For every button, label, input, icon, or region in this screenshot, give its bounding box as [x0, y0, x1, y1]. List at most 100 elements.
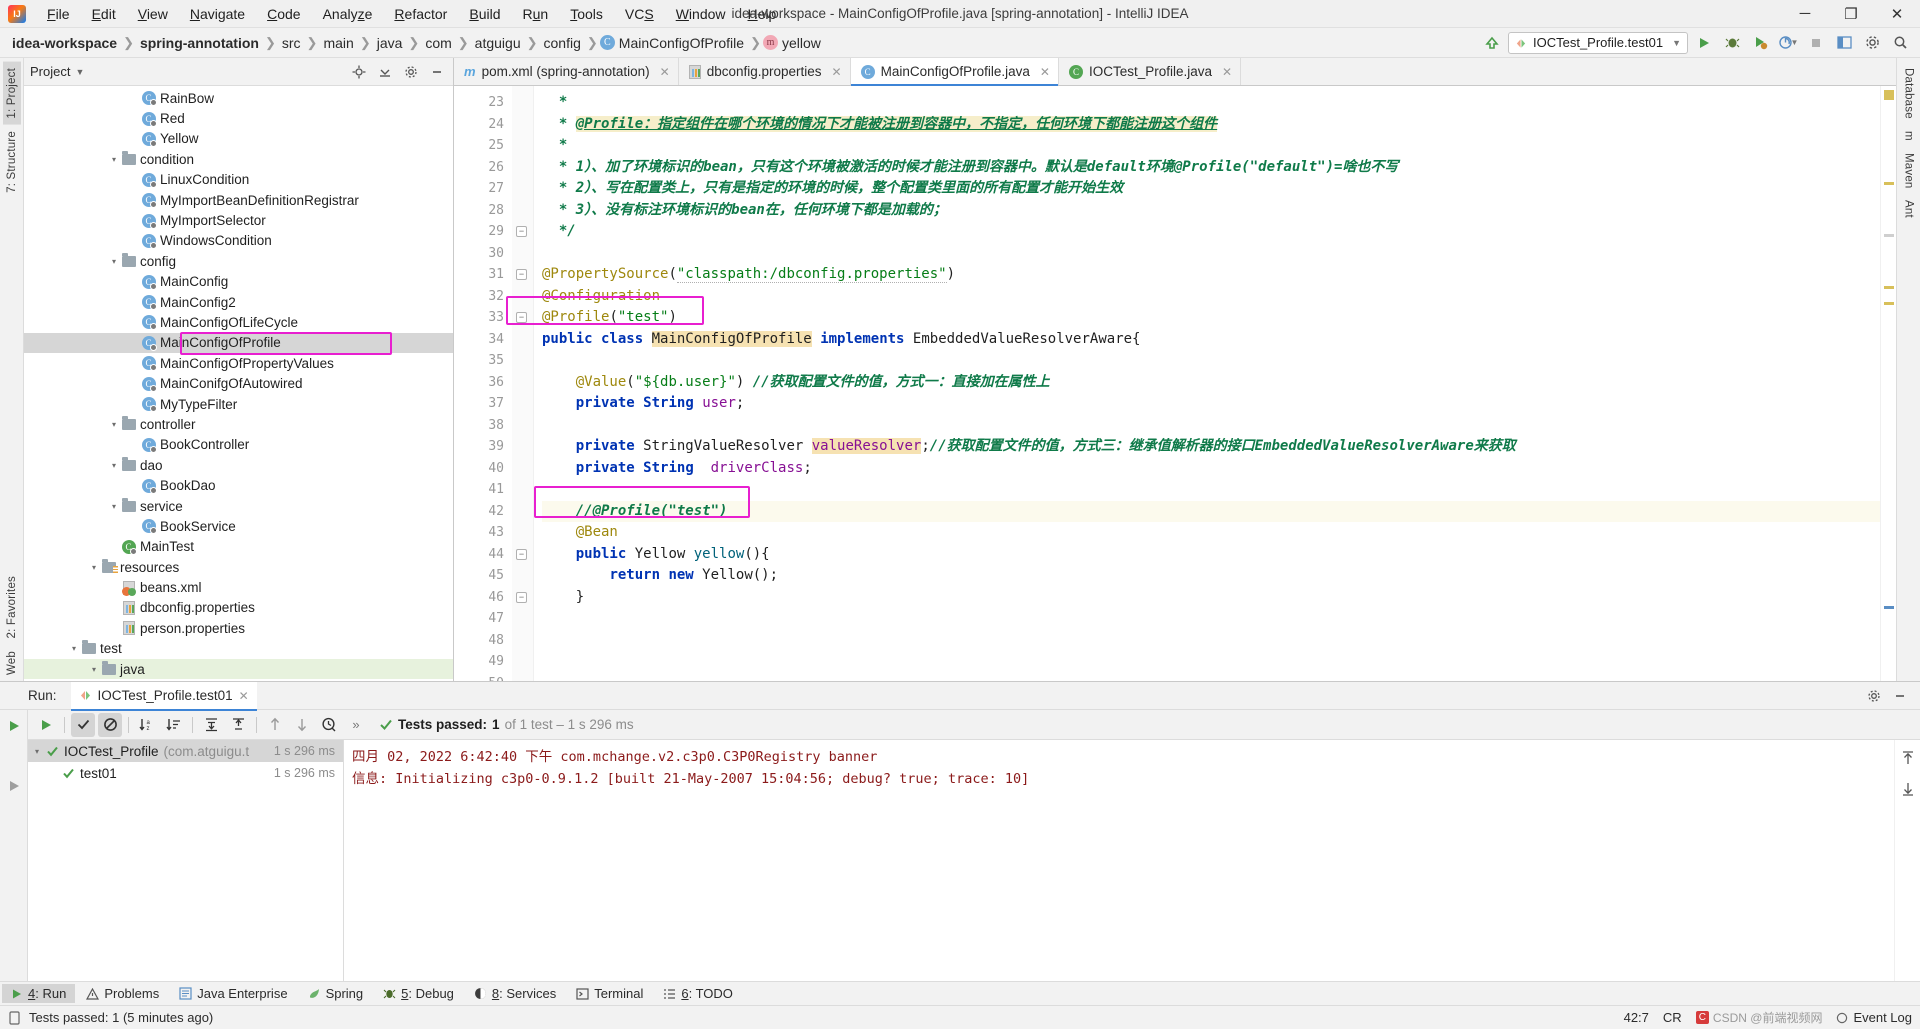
console-output[interactable]: 四月 02, 2022 6:42:40 下午 com.mchange.v2.c3… [344, 740, 1894, 981]
expand-arrow-icon[interactable]: ▾ [88, 665, 100, 674]
breadcrumb-item-1[interactable]: spring-annotation [136, 33, 263, 53]
scroll-to-bottom-button[interactable] [1896, 776, 1920, 800]
code-line[interactable] [542, 630, 1880, 652]
tool-window-spring[interactable]: Spring [299, 984, 373, 1003]
code-line[interactable]: public Yellow yellow(){ [542, 544, 1880, 566]
line-separator[interactable]: CR [1663, 1010, 1682, 1025]
code-line[interactable]: * 2）、写在配置类上，只有是指定的环境的时候，整个配置类里面的所有配置才能开始… [542, 178, 1880, 200]
code-line[interactable]: private String driverClass; [542, 458, 1880, 480]
code-line[interactable] [542, 243, 1880, 265]
tree-item-rainbow[interactable]: C RainBow [24, 88, 453, 108]
code-editor[interactable]: 23 24 25 26 27 28 29 30 31 32 33 34 35 36 37 38 39 40 41 42… [454, 86, 1896, 681]
menu-view[interactable]: View [127, 2, 179, 26]
event-log-group[interactable]: Event Log [1836, 1010, 1912, 1025]
maximize-button[interactable]: ❐ [1828, 0, 1874, 28]
menu-window[interactable]: Window [665, 2, 737, 26]
sidebar-item-database[interactable]: Database [1900, 62, 1918, 125]
breadcrumb-item-6[interactable]: atguigu [471, 33, 525, 53]
tree-item-condition[interactable]: ▾ condition [24, 149, 453, 169]
tree-item-mainconfigofprofile[interactable]: C MainConfigOfProfile [24, 332, 453, 354]
breadcrumb-item-7[interactable]: config [540, 33, 585, 53]
menu-edit[interactable]: Edit [81, 2, 127, 26]
sidebar-item-favorites[interactable]: 2: Favorites [3, 570, 21, 644]
sidebar-item-ant[interactable]: Ant [1900, 194, 1918, 224]
code-line[interactable]: */ [542, 221, 1880, 243]
stripe-marker[interactable] [1884, 182, 1894, 185]
code-line[interactable]: @PropertySource("classpath:/dbconfig.pro… [542, 264, 1880, 286]
close-icon[interactable]: ✕ [1222, 65, 1232, 79]
tool-window-problems[interactable]: Problems [77, 984, 168, 1003]
menu-navigate[interactable]: Navigate [179, 2, 256, 26]
editor-tab-dbconfig-properties[interactable]: dbconfig.properties ✕ [679, 58, 851, 85]
code-line[interactable] [542, 350, 1880, 372]
breadcrumb-item-9[interactable]: m yellow [762, 33, 825, 53]
sort-by-duration-button[interactable] [162, 713, 186, 737]
tree-item-service[interactable]: ▾ service [24, 496, 453, 516]
caret-position[interactable]: 42:7 [1624, 1010, 1649, 1025]
tree-item-resources[interactable]: ▾ resources [24, 557, 453, 577]
rerun-tests-button[interactable] [34, 713, 58, 737]
previous-failed-button[interactable] [263, 713, 287, 737]
tree-item-maintest[interactable]: C MainTest [24, 537, 453, 557]
menu-file[interactable]: FFileile [36, 2, 81, 26]
tree-item-bookcontroller[interactable]: C BookController [24, 435, 453, 455]
tree-item-mainconfig2[interactable]: C MainConfig2 [24, 292, 453, 312]
code-line[interactable]: private String user; [542, 393, 1880, 415]
code-line[interactable] [542, 415, 1880, 437]
fold-marker[interactable]: − [516, 591, 527, 603]
menu-code[interactable]: Code [256, 2, 311, 26]
scroll-to-top-button[interactable] [1896, 746, 1920, 770]
tree-item-java[interactable]: ▾ java [24, 658, 453, 680]
hide-icon[interactable] [1888, 684, 1912, 708]
sidebar-item-structure[interactable]: 7: Structure [3, 125, 21, 199]
fold-marker[interactable]: − [516, 226, 527, 237]
layout-icon[interactable] [1832, 31, 1856, 55]
breadcrumb-item-0[interactable]: idea-workspace [8, 33, 121, 53]
tree-item-dao[interactable]: ▾ dao [24, 455, 453, 475]
project-pane-title-group[interactable]: Project ▼ [30, 64, 84, 79]
editor-tab-pom-xml-spring-annotation-[interactable]: m pom.xml (spring-annotation) ✕ [454, 58, 679, 85]
menu-vcs[interactable]: VCS [614, 2, 665, 26]
collapse-all-icon[interactable] [373, 60, 397, 84]
expand-arrow-icon[interactable]: ▾ [108, 461, 120, 470]
minimize-button[interactable]: ─ [1782, 0, 1828, 28]
menu-refactor[interactable]: Refactor [383, 2, 458, 26]
stripe-marker[interactable] [1884, 286, 1894, 289]
tree-item-mainconfigofpropertyvalues[interactable]: C MainConfigOfPropertyValues [24, 353, 453, 373]
tool-window-4-run[interactable]: 4: Run [2, 984, 76, 1003]
stripe-warning-marker[interactable] [1884, 90, 1894, 100]
run-configuration-selector[interactable]: IOCTest_Profile.test01 ▼ [1508, 31, 1688, 54]
code-line[interactable]: @Profile("test") [542, 307, 1880, 329]
code-line[interactable] [542, 673, 1880, 682]
test-results-tree[interactable]: ▾ IOCTest_Profile (com.atguigu.t 1 s 296… [28, 740, 344, 981]
tree-item-linuxcondition[interactable]: C LinuxCondition [24, 170, 453, 190]
code-folding-column[interactable]: − − − − − [512, 86, 534, 681]
gear-icon[interactable] [1862, 684, 1886, 708]
stop-gutter-icon[interactable] [2, 774, 26, 798]
breadcrumb-item-2[interactable]: src [278, 33, 305, 53]
sidebar-item-m[interactable]: m [1900, 125, 1918, 147]
debug-button[interactable] [1720, 31, 1744, 55]
sidebar-item-web[interactable]: Web [3, 645, 21, 681]
run-tab[interactable]: IOCTest_Profile.test01 ✕ [70, 681, 257, 711]
fold-marker[interactable]: − [516, 312, 527, 323]
error-stripe-gutter[interactable] [1880, 86, 1896, 681]
test-suite-row[interactable]: ▾ IOCTest_Profile (com.atguigu.t 1 s 296… [28, 740, 343, 762]
tree-item-controller[interactable]: ▾ controller [24, 414, 453, 434]
expand-arrow-icon[interactable]: ▾ [108, 502, 120, 511]
breadcrumb-item-8[interactable]: C MainConfigOfProfile [599, 33, 748, 53]
code-line[interactable]: * 3）、没有标注环境标识的bean在，任何环境下都是加载的； [542, 200, 1880, 222]
code-line[interactable]: * [542, 135, 1880, 157]
tree-item-mainconfig[interactable]: C MainConfig [24, 272, 453, 292]
sidebar-item-maven[interactable]: Maven [1900, 147, 1918, 195]
more-actions-button[interactable]: » [344, 713, 368, 737]
tree-item-yellow[interactable]: C Yellow [24, 129, 453, 149]
tree-item-test[interactable]: ▾ test [24, 639, 453, 659]
menu-help[interactable]: Help [737, 2, 788, 26]
tool-window-java-enterprise[interactable]: Java Enterprise [170, 984, 296, 1003]
tool-window-5-debug[interactable]: 5: Debug [374, 984, 463, 1003]
gear-icon[interactable] [399, 60, 423, 84]
project-tree[interactable]: C RainBow C Red C Yellow ▾ condition C LinuxCondi… [24, 86, 453, 681]
show-passed-button[interactable] [71, 712, 95, 737]
tree-item-mainconifgofautowired[interactable]: C MainConifgOfAutowired [24, 373, 453, 393]
